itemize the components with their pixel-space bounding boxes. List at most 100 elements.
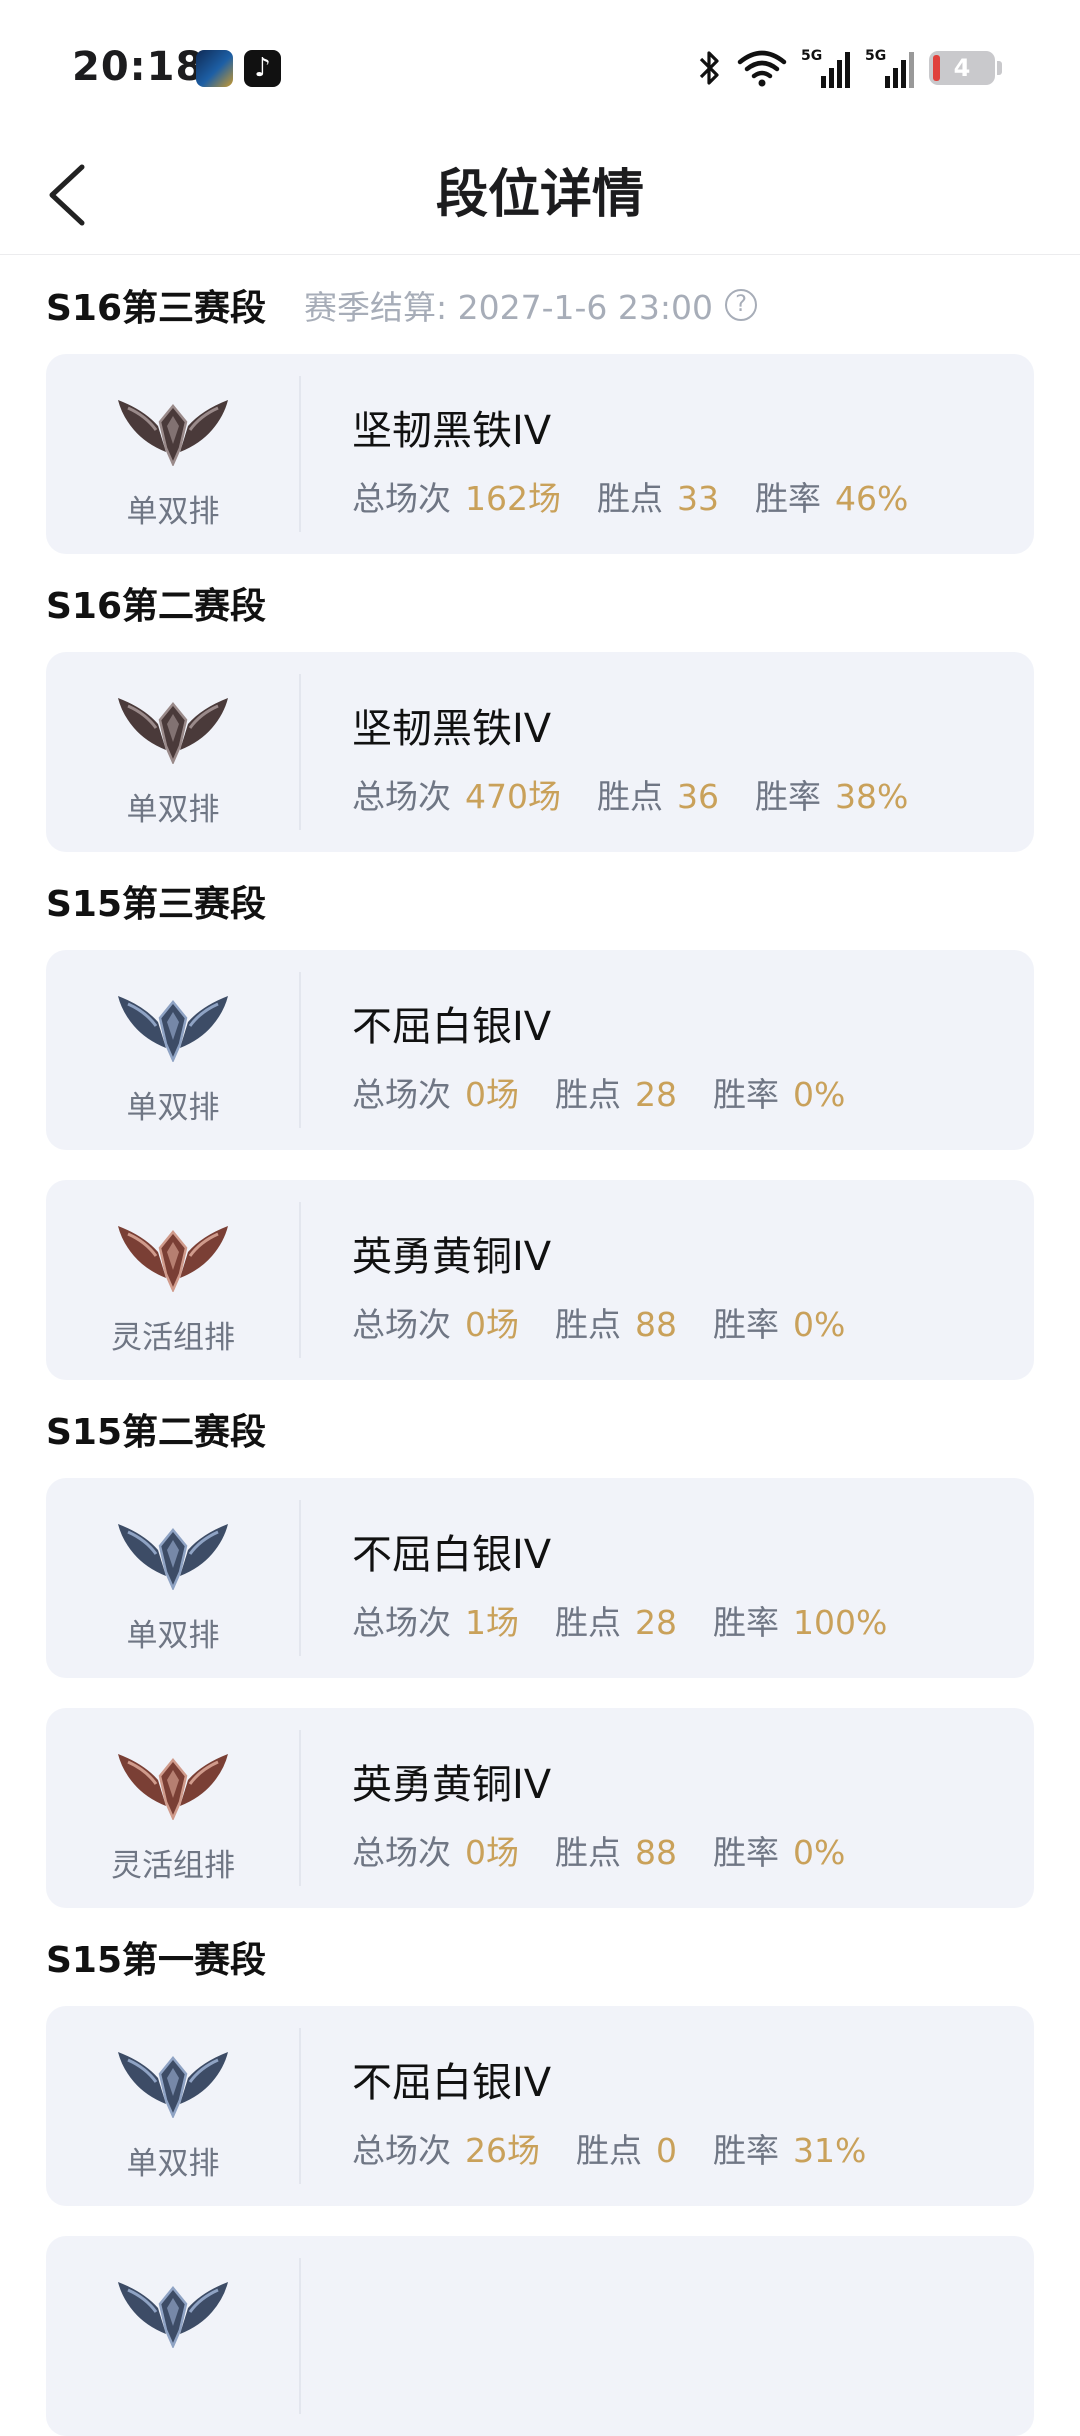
rank-card[interactable]: 灵活组排 英勇黄铜IV 总场次 0场 胜点 88 胜率 0% (46, 1180, 1034, 1380)
battery-icon: 4 (929, 51, 995, 85)
status-time: 20:18 (72, 44, 205, 90)
winrate-label: 胜率 (713, 2131, 779, 2170)
rank-stats: 总场次 470场 胜点 36 胜率 38% (352, 770, 908, 818)
emblem-area: 单双排 (46, 354, 300, 554)
season-header: S16第二赛段 (0, 554, 1080, 652)
rank-card[interactable]: 单双排 坚韧黑铁IV 总场次 162场 胜点 33 胜率 46% (46, 354, 1034, 554)
rank-name: 不屈白银IV (352, 1004, 552, 1050)
points-value: 0 (656, 2131, 677, 2170)
points-label: 胜点 (555, 1305, 621, 1344)
games-value: 162场 (465, 479, 561, 518)
points-value: 36 (677, 777, 719, 816)
rank-card[interactable] (46, 2236, 1034, 2436)
rank-stats: 总场次 1场 胜点 28 胜率 100% (352, 1596, 887, 1644)
emblem-area: 单双排 (46, 652, 300, 852)
rank-emblem-icon (118, 1226, 228, 1292)
settlement-info: 赛季结算: 2027-1-6 23:00 ? (304, 281, 758, 329)
queue-type: 单双排 (126, 1090, 220, 1126)
season-header: S15第二赛段 (0, 1380, 1080, 1478)
rank-card[interactable]: 单双排 坚韧黑铁IV 总场次 470场 胜点 36 胜率 38% (46, 652, 1034, 852)
divider (299, 2258, 301, 2414)
points-label: 胜点 (597, 777, 663, 816)
games-label: 总场次 (352, 777, 451, 816)
rank-emblem-icon (118, 996, 228, 1062)
winrate-label: 胜率 (755, 479, 821, 518)
rank-stats: 总场次 0场 胜点 28 胜率 0% (352, 1068, 845, 1116)
winrate-label: 胜率 (755, 777, 821, 816)
divider (299, 1730, 301, 1886)
emblem-area (46, 2236, 300, 2436)
signal-5g-icon: 5G (865, 48, 914, 88)
rank-name: 英勇黄铜IV (352, 1234, 552, 1280)
points-label: 胜点 (555, 1833, 621, 1872)
rank-card[interactable]: 单双排 不屈白银IV 总场次 0场 胜点 28 胜率 0% (46, 950, 1034, 1150)
signal-label: 5G (865, 48, 886, 64)
rank-emblem-icon (118, 400, 228, 466)
rank-name: 不屈白银IV (352, 2060, 552, 2106)
rank-name: 英勇黄铜IV (352, 1762, 552, 1808)
queue-type: 单双排 (126, 792, 220, 828)
rank-card[interactable]: 单双排 不屈白银IV 总场次 26场 胜点 0 胜率 31% (46, 2006, 1034, 2206)
season-title: S15第一赛段 (46, 1940, 267, 1981)
points-value: 28 (635, 1603, 677, 1642)
tiktok-icon: ♪ (244, 50, 281, 87)
games-value: 470场 (465, 777, 561, 816)
rank-emblem-icon (118, 2052, 228, 2118)
season-header: S15第三赛段 (0, 852, 1080, 950)
winrate-label: 胜率 (713, 1075, 779, 1114)
divider (299, 972, 301, 1128)
help-icon[interactable]: ? (725, 289, 758, 321)
winrate-value: 46% (835, 479, 909, 518)
games-label: 总场次 (352, 1075, 451, 1114)
winrate-label: 胜率 (713, 1833, 779, 1872)
rank-name: 不屈白银IV (352, 1532, 552, 1578)
rank-card[interactable]: 灵活组排 英勇黄铜IV 总场次 0场 胜点 88 胜率 0% (46, 1708, 1034, 1908)
season-header: S15第一赛段 (0, 1908, 1080, 2006)
rank-emblem-icon (118, 698, 228, 764)
emblem-area: 单双排 (46, 2006, 300, 2206)
season-title: S16第二赛段 (46, 586, 267, 627)
game-app-icon (196, 50, 233, 87)
season-header: S16第三赛段 赛季结算: 2027-1-6 23:00 ? (0, 256, 1080, 354)
page-title: 段位详情 (435, 165, 644, 225)
settlement-text: 赛季结算: 2027-1-6 23:00 (304, 288, 714, 327)
points-label: 胜点 (555, 1603, 621, 1642)
emblem-area: 单双排 (46, 950, 300, 1150)
rank-name: 坚韧黑铁IV (352, 706, 552, 752)
divider (299, 1500, 301, 1656)
season-title: S15第二赛段 (46, 1412, 267, 1453)
games-value: 0场 (465, 1305, 519, 1344)
queue-type: 单双排 (126, 1618, 220, 1654)
winrate-value: 0% (793, 1075, 846, 1114)
points-value: 28 (635, 1075, 677, 1114)
status-bar: 20:18 ♪ 5G 5G 4 (0, 0, 1080, 135)
winrate-value: 0% (793, 1305, 846, 1344)
winrate-value: 100% (793, 1603, 888, 1642)
season-list: S16第三赛段 赛季结算: 2027-1-6 23:00 ? 单双排 坚韧黑铁I… (0, 256, 1080, 2436)
games-label: 总场次 (352, 1833, 451, 1872)
games-label: 总场次 (352, 2131, 451, 2170)
rank-emblem-icon (118, 1524, 228, 1590)
bluetooth-icon (699, 51, 719, 85)
winrate-label: 胜率 (713, 1305, 779, 1344)
battery-level: 4 (953, 54, 971, 82)
divider (299, 674, 301, 830)
games-value: 0场 (465, 1075, 519, 1114)
games-value: 26场 (465, 2131, 540, 2170)
season-title: S15第三赛段 (46, 884, 267, 925)
signal-label: 5G (801, 48, 822, 64)
points-value: 33 (677, 479, 719, 518)
rank-name: 坚韧黑铁IV (352, 408, 552, 454)
rank-card[interactable]: 单双排 不屈白银IV 总场次 1场 胜点 28 胜率 100% (46, 1478, 1034, 1678)
points-value: 88 (635, 1305, 677, 1344)
rank-stats: 总场次 162场 胜点 33 胜率 46% (352, 472, 908, 520)
signal-5g-icon: 5G (801, 48, 850, 88)
queue-type: 灵活组排 (111, 1848, 235, 1884)
points-label: 胜点 (576, 2131, 642, 2170)
rank-stats: 总场次 0场 胜点 88 胜率 0% (352, 1298, 845, 1346)
season-title: S16第三赛段 (46, 288, 267, 329)
queue-type: 灵活组排 (111, 1320, 235, 1356)
rank-stats: 总场次 0场 胜点 88 胜率 0% (352, 1826, 845, 1874)
rank-emblem-icon (118, 1754, 228, 1820)
games-label: 总场次 (352, 1305, 451, 1344)
